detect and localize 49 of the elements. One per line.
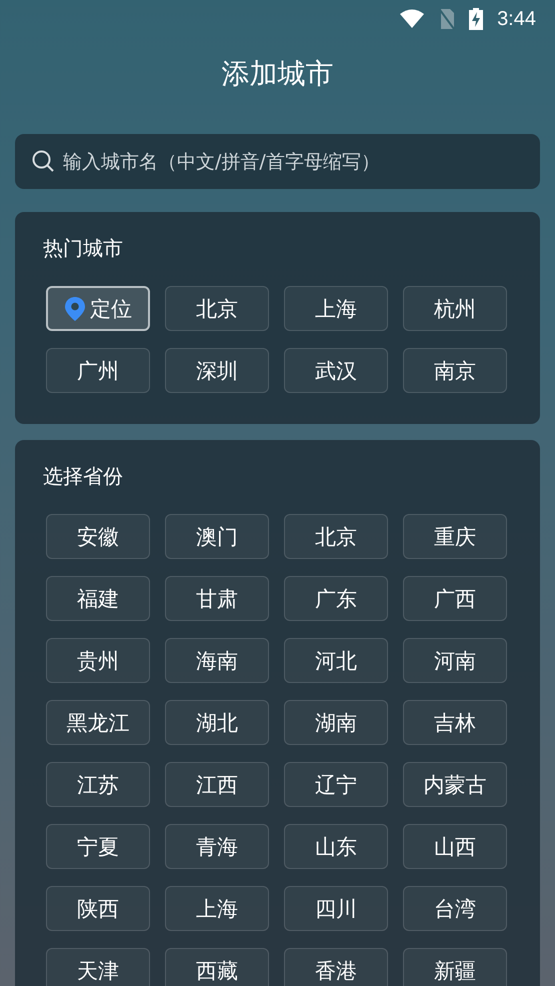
city-button[interactable]: 甘肃 [165,576,269,621]
city-button[interactable]: 安徽 [46,514,150,559]
city-button[interactable]: 广州 [46,348,150,393]
city-button[interactable]: 内蒙古 [403,762,507,807]
city-button[interactable]: 广东 [284,576,388,621]
city-button[interactable]: 江西 [165,762,269,807]
section-title: 选择省份 [43,463,123,490]
battery-charging-icon [469,8,484,30]
city-button[interactable]: 宁夏 [46,824,150,869]
city-button[interactable]: 上海 [165,886,269,931]
no-sim-icon [439,8,456,30]
city-button[interactable]: 山东 [284,824,388,869]
search-field[interactable]: 输入城市名（中文/拼音/首字母缩写） [15,134,540,189]
city-button[interactable]: 北京 [165,286,269,331]
location-pin-icon [64,296,86,322]
page-title: 添加城市 [222,56,334,92]
city-button[interactable]: 上海 [284,286,388,331]
city-button[interactable]: 台湾 [403,886,507,931]
city-button[interactable]: 南京 [403,348,507,393]
city-button[interactable]: 海南 [165,638,269,683]
city-button[interactable]: 辽宁 [284,762,388,807]
city-button[interactable]: 四川 [284,886,388,931]
wifi-icon [399,9,426,29]
city-button[interactable]: 杭州 [403,286,507,331]
city-button[interactable]: 西藏 [165,948,269,986]
city-button[interactable]: 北京 [284,514,388,559]
city-button[interactable]: 河北 [284,638,388,683]
city-button[interactable]: 香港 [284,948,388,986]
city-button[interactable]: 湖南 [284,700,388,745]
city-button[interactable]: 澳门 [165,514,269,559]
city-button[interactable]: 河南 [403,638,507,683]
city-button[interactable]: 陕西 [46,886,150,931]
city-button[interactable]: 江苏 [46,762,150,807]
city-button[interactable]: 青海 [165,824,269,869]
section-title: 热门城市 [43,235,123,262]
city-button[interactable]: 武汉 [284,348,388,393]
city-button[interactable]: 黑龙江 [46,700,150,745]
city-button[interactable]: 湖北 [165,700,269,745]
city-button[interactable]: 贵州 [46,638,150,683]
city-button[interactable]: 重庆 [403,514,507,559]
city-button[interactable]: 深圳 [165,348,269,393]
clock-time: 3:44 [497,8,536,30]
city-button[interactable]: 山西 [403,824,507,869]
city-button[interactable]: 天津 [46,948,150,986]
city-button[interactable]: 广西 [403,576,507,621]
city-button[interactable]: 新疆 [403,948,507,986]
locate-button[interactable]: 定位 [46,286,150,331]
city-button[interactable]: 吉林 [403,700,507,745]
city-button[interactable]: 福建 [46,576,150,621]
